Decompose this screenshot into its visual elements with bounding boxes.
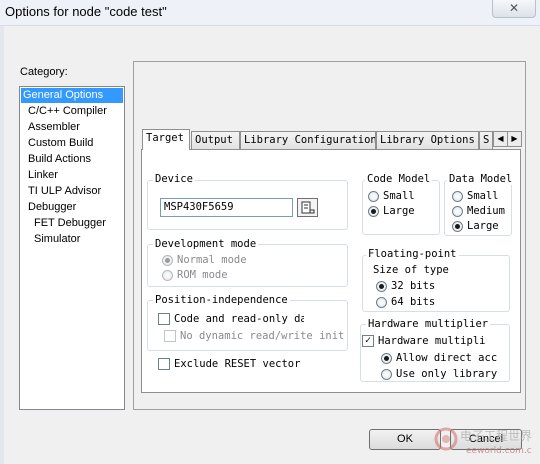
category-item-custom-build[interactable]: Custom Build [26, 136, 93, 151]
development-mode-label: Development mode [153, 238, 259, 250]
data-model-small-radio[interactable]: Small [452, 190, 499, 202]
ok-button[interactable]: OK [369, 429, 441, 450]
category-list[interactable]: General Options C/C++ Compiler Assembler… [19, 86, 125, 410]
category-item-linker[interactable]: Linker [26, 168, 58, 183]
close-button[interactable]: ✕ [492, 0, 536, 18]
tab-library-options[interactable]: Library Options [376, 131, 479, 149]
category-item-general-options[interactable]: General Options [21, 88, 123, 103]
tab-target[interactable]: Target [142, 129, 190, 150]
category-item-fet-debugger[interactable]: FET Debugger [32, 216, 106, 231]
tab-scroll-left-icon[interactable]: ◀ [493, 131, 508, 147]
device-list-icon [301, 201, 315, 214]
code-readonly-checkbox[interactable]: Code and read-only da [158, 313, 304, 325]
floating-point-label: Floating-point [366, 248, 459, 260]
category-label: Category: [20, 66, 68, 78]
eeworld-watermark: 电子工程世界 eeworld.com.cn [434, 427, 532, 456]
tab-output[interactable]: Output [191, 131, 240, 149]
hardware-multiplier-checkbox[interactable]: ✓ Hardware multipli [362, 335, 506, 347]
position-independence-group [147, 300, 348, 351]
category-item-debugger[interactable]: Debugger [26, 200, 76, 215]
allow-direct-access-radio[interactable]: Allow direct acc [381, 352, 506, 364]
data-model-large-radio[interactable]: Large [452, 220, 499, 232]
tab-scroll-right-icon[interactable]: ▶ [507, 131, 522, 147]
category-item-simulator[interactable]: Simulator [32, 232, 80, 247]
fp-64-bits-radio[interactable]: 64 bits [376, 296, 435, 308]
category-item-ti-ulp-advisor[interactable]: TI ULP Advisor [26, 184, 101, 199]
code-model-large-radio[interactable]: Large [368, 205, 415, 217]
fp-32-bits-radio[interactable]: 32 bits [376, 280, 435, 292]
title-bar: Options for node "code test" ✕ [0, 0, 540, 26]
category-item-c-compiler[interactable]: C/C++ Compiler [26, 104, 107, 119]
close-icon: ✕ [508, 1, 520, 15]
position-independence-label: Position-independence [153, 294, 290, 306]
checkmark-icon: ✓ [362, 335, 374, 347]
size-of-type-label: Size of type [373, 264, 449, 276]
category-item-assembler[interactable]: Assembler [26, 120, 80, 135]
window-title: Options for node "code test" [5, 4, 167, 19]
tab-library-configuration[interactable]: Library Configuration [240, 131, 376, 149]
use-only-library-radio[interactable]: Use only library [381, 368, 506, 380]
no-dynamic-init-checkbox[interactable]: No dynamic read/write initi [164, 330, 344, 342]
category-item-build-actions[interactable]: Build Actions [26, 152, 91, 167]
hardware-multiplier-label: Hardware multiplier [366, 318, 491, 330]
rom-mode-radio[interactable]: ROM mode [162, 269, 228, 281]
svg-text:eeworld.com.cn: eeworld.com.cn [466, 446, 532, 456]
device-label: Device [153, 173, 195, 185]
device-select-button[interactable] [297, 198, 318, 217]
data-model-label: Data Model [447, 173, 515, 185]
tab-overflow[interactable]: S [479, 131, 493, 149]
device-field[interactable]: MSP430F5659 [160, 198, 293, 217]
normal-mode-radio[interactable]: Normal mode [162, 254, 247, 266]
svg-text:电子工程世界: 电子工程世界 [460, 428, 532, 443]
data-model-medium-radio[interactable]: Medium [452, 205, 505, 217]
code-model-label: Code Model [365, 173, 433, 185]
code-model-small-radio[interactable]: Small [368, 190, 415, 202]
exclude-reset-checkbox[interactable]: Exclude RESET vector [158, 358, 300, 370]
